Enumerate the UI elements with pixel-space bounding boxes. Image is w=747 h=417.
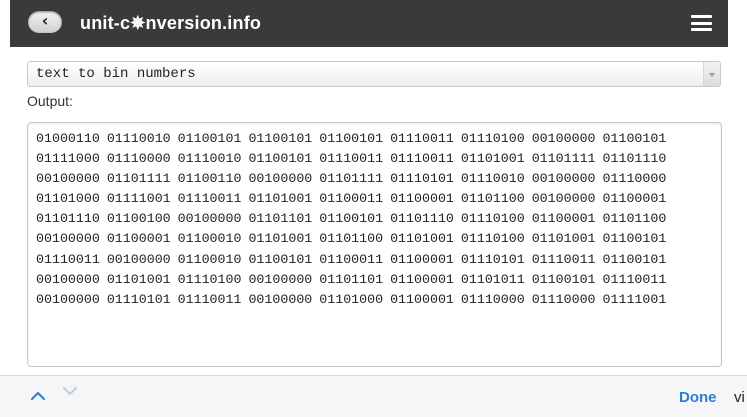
hamburger-menu-icon[interactable] [691,15,712,31]
site-title[interactable]: unit-c✵nversion.info [80,13,261,34]
output-text[interactable]: 01000110 01110010 01100101 01100101 0110… [36,129,706,310]
chevron-up-icon[interactable] [31,389,45,403]
selected-conversion: text to bin numbers [36,66,196,82]
back-chevron-icon: ‹ [41,11,49,30]
conversion-select[interactable]: text to bin numbers [27,61,721,87]
done-button[interactable]: Done [679,389,717,406]
edge-text: vi [734,389,745,406]
output-label: Output: [27,93,73,109]
dropdown-arrow-icon [703,62,720,86]
chevron-down-icon[interactable] [63,384,77,398]
output-textarea[interactable]: 01000110 01110010 01100101 01100101 0110… [27,122,722,367]
header-bar: ‹ unit-c✵nversion.info [10,0,728,47]
back-button[interactable]: ‹ [28,11,62,33]
keyboard-toolbar: Done vi [0,375,747,417]
